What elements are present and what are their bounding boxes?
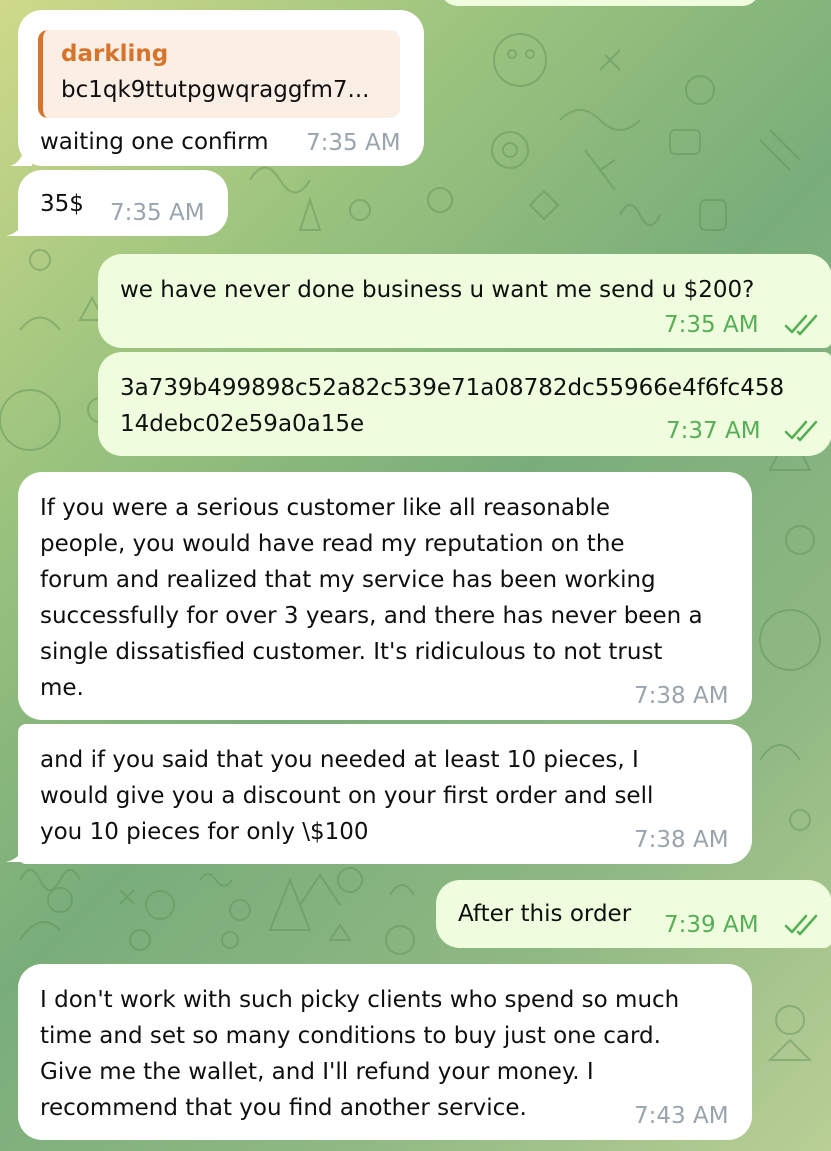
message-outgoing-2[interactable]: 3a739b499898c52a82c539e71a08782dc55966e4… <box>98 352 831 456</box>
message-previous-edge <box>440 0 760 6</box>
message-incoming-2[interactable]: 35$ 7:35 AM <box>18 170 228 236</box>
message-line-2: 14debc02e59a0a15e <box>120 411 365 437</box>
double-check-icon <box>784 314 818 336</box>
message-time: 7:35 AM <box>306 130 401 156</box>
message-line-1: 3a739b499898c52a82c539e71a08782dc55966e4… <box>120 375 785 401</box>
message-text: 35$ <box>40 191 84 217</box>
bubble-tail <box>6 844 32 862</box>
message-line-1: I don't work with such picky clients who… <box>40 987 680 1013</box>
message-line-4: successfully for over 3 years, and there… <box>40 603 703 629</box>
message-text: After this order <box>458 901 632 927</box>
message-incoming-1[interactable]: darkling bc1qk9ttutpgwqraggfm7... waitin… <box>18 10 424 166</box>
message-line-1: and if you said that you needed at least… <box>40 747 639 773</box>
message-outgoing-1[interactable]: we have never done business u want me se… <box>98 254 831 348</box>
message-text: we have never done business u want me se… <box>120 277 755 303</box>
double-check-icon <box>784 914 818 936</box>
reply-quote[interactable]: darkling bc1qk9ttutpgwqraggfm7... <box>38 30 400 118</box>
message-outgoing-3[interactable]: After this order 7:39 AM <box>436 880 831 948</box>
message-time: 7:38 AM <box>634 827 729 853</box>
double-check-icon <box>784 420 818 442</box>
message-line-5: single dissatisfied customer. It's ridic… <box>40 639 663 665</box>
message-line-2: people, you would have read my reputatio… <box>40 531 625 557</box>
message-line-3: forum and realized that my service has b… <box>40 567 656 593</box>
message-text: waiting one confirm <box>40 129 269 155</box>
message-incoming-5[interactable]: I don't work with such picky clients who… <box>18 964 752 1140</box>
message-time: 7:39 AM <box>664 912 759 938</box>
message-line-1: If you were a serious customer like all … <box>40 495 611 521</box>
message-time: 7:35 AM <box>110 200 205 226</box>
message-line-3: you 10 pieces for only \$100 <box>40 819 369 845</box>
reply-sender-name: darkling <box>61 41 169 67</box>
message-incoming-3[interactable]: If you were a serious customer like all … <box>18 472 752 720</box>
message-line-3: Give me the wallet, and I'll refund your… <box>40 1059 594 1085</box>
message-time: 7:35 AM <box>664 312 759 338</box>
reply-preview-text: bc1qk9ttutpgwqraggfm7... <box>61 77 370 103</box>
message-time: 7:38 AM <box>634 683 729 709</box>
message-line-6: me. <box>40 675 84 701</box>
message-line-4: recommend that you find another service. <box>40 1095 527 1121</box>
message-line-2: would give you a discount on your first … <box>40 783 654 809</box>
message-incoming-4[interactable]: and if you said that you needed at least… <box>18 724 752 864</box>
message-time: 7:43 AM <box>634 1103 729 1129</box>
bubble-tail <box>6 218 32 236</box>
bubble-tail <box>10 148 32 166</box>
message-time: 7:37 AM <box>666 418 761 444</box>
message-line-2: time and set so many conditions to buy j… <box>40 1023 661 1049</box>
